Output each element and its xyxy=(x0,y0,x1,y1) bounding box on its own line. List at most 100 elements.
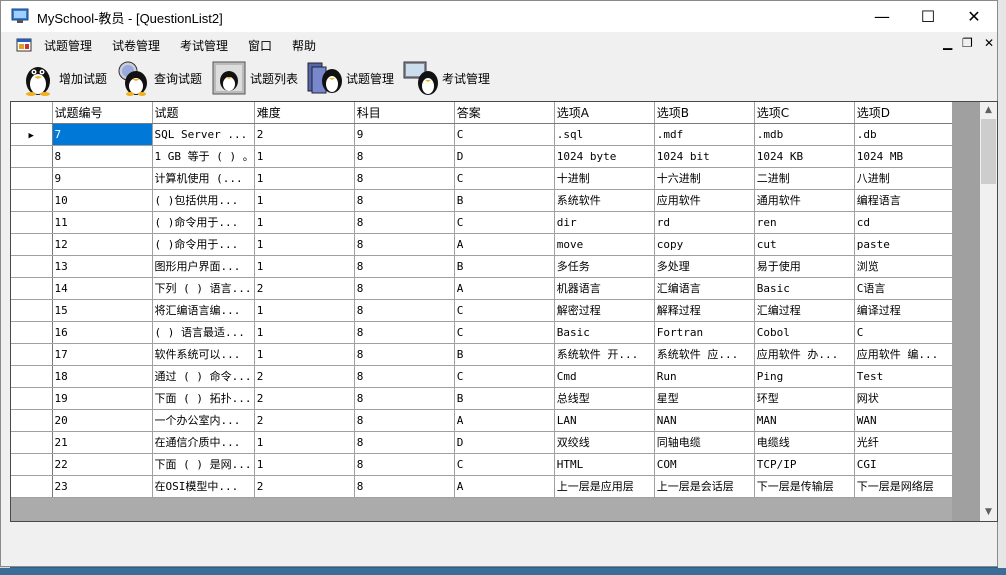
cell-option-b[interactable]: 汇编语言 xyxy=(654,277,755,300)
vertical-scrollbar[interactable]: ▲ ▼ xyxy=(980,102,997,521)
minimize-button[interactable]: — xyxy=(859,1,905,32)
table-row[interactable]: 12( )命令用于... 1 8 Amove copy cut paste xyxy=(11,233,955,256)
cell-option-c[interactable]: .mdb xyxy=(754,123,855,146)
cell-answer[interactable]: A xyxy=(454,233,555,256)
table-row[interactable]: 10( )包括供用... 1 8 B 系统软件 应用软件 通用软件 编程语言 xyxy=(11,189,955,212)
row-header[interactable] xyxy=(11,409,53,432)
cell-option-d[interactable]: cd xyxy=(854,211,955,234)
row-header[interactable] xyxy=(11,233,53,256)
cell-id[interactable]: 14 xyxy=(52,277,153,300)
cell-option-b[interactable]: 系统软件 应... xyxy=(654,343,755,366)
cell-subject[interactable]: 8 xyxy=(354,211,455,234)
cell-option-d[interactable]: 下一层是网络层 xyxy=(854,475,955,498)
menu-paper-management[interactable]: 试卷管理 xyxy=(112,37,160,54)
table-row[interactable]: ▶ 7 SQL Server ... 2 9 C .sql .mdf .mdb .db xyxy=(11,123,955,146)
menu-question-management[interactable]: 试题管理 xyxy=(44,37,92,54)
table-row[interactable]: 22 下面 ( ) 是网... 1 8 C HTML COM TCP/IP CGI xyxy=(11,453,955,476)
cell-difficulty[interactable]: 2 xyxy=(254,277,355,300)
table-row[interactable]: 14 下列 ( ) 语言... 2 8 A 机器语言 汇编语言 Basic C语言 xyxy=(11,277,955,300)
cell-option-c[interactable]: Ping xyxy=(754,365,855,388)
cell-subject[interactable]: 8 xyxy=(354,343,455,366)
cell-option-c[interactable]: 下一层是传输层 xyxy=(754,475,855,498)
cell-option-a[interactable]: Cmd xyxy=(554,365,655,388)
row-header[interactable] xyxy=(11,321,53,344)
cell-id[interactable]: 18 xyxy=(52,365,153,388)
cell-option-b[interactable]: 十六进制 xyxy=(654,167,755,190)
cell-subject[interactable]: 9 xyxy=(354,123,455,146)
cell-difficulty[interactable]: 1 xyxy=(254,233,355,256)
cell-id[interactable]: 10 xyxy=(52,189,153,212)
cell-id[interactable]: 23 xyxy=(52,475,153,498)
cell-option-b[interactable]: 上一层是会话层 xyxy=(654,475,755,498)
question-list-button[interactable]: 试题列表 xyxy=(210,58,298,98)
cell-question[interactable]: 下面 ( ) 拓扑... xyxy=(152,387,255,410)
row-header[interactable] xyxy=(11,365,53,388)
cell-subject[interactable]: 8 xyxy=(354,299,455,322)
cell-question[interactable]: 在通信介质中... xyxy=(152,431,255,454)
cell-option-a[interactable]: 系统软件 开... xyxy=(554,343,655,366)
cell-answer[interactable]: C xyxy=(454,365,555,388)
table-row[interactable]: 9 计算机使用 (... 1 8 C 十进制 十六进制 二进制 八进制 xyxy=(11,167,955,190)
table-row[interactable]: 19 下面 ( ) 拓扑... 2 8 B 总线型 星型 环型 网状 xyxy=(11,387,955,410)
table-row[interactable]: 15 将汇编语言编... 1 8 C 解密过程 解释过程 汇编过程 编译过程 xyxy=(11,299,955,322)
table-row[interactable]: 16 ( ) 语言最适... 1 8 C Basic Fortran Cobol C xyxy=(11,321,955,344)
cell-question[interactable]: 下面 ( ) 是网... xyxy=(152,453,255,476)
row-header[interactable] xyxy=(11,167,53,190)
cell-question[interactable]: 将汇编语言编... xyxy=(152,299,255,322)
row-header[interactable] xyxy=(11,255,53,278)
row-header[interactable] xyxy=(11,211,53,234)
table-row[interactable]: 21 在通信介质中... 1 8 D 双绞线 同轴电缆 电缆线 光纤 xyxy=(11,431,955,454)
cell-answer[interactable]: C xyxy=(454,321,555,344)
scroll-down-icon[interactable]: ▼ xyxy=(980,504,997,521)
cell-option-a[interactable]: .sql xyxy=(554,123,655,146)
cell-option-d[interactable]: 编程语言 xyxy=(854,189,955,212)
cell-id[interactable]: 17 xyxy=(52,343,153,366)
column-header-option-a[interactable]: 选项A xyxy=(554,102,655,124)
cell-answer[interactable]: C xyxy=(454,211,555,234)
column-header-option-b[interactable]: 选项B xyxy=(654,102,755,124)
cell-answer[interactable]: C xyxy=(454,123,555,146)
cell-id[interactable]: 20 xyxy=(52,409,153,432)
cell-option-c[interactable]: 应用软件 办... xyxy=(754,343,855,366)
cell-option-c[interactable]: MAN xyxy=(754,409,855,432)
cell-option-a[interactable]: 解密过程 xyxy=(554,299,655,322)
cell-option-b[interactable]: 星型 xyxy=(654,387,755,410)
cell-option-d[interactable]: 八进制 xyxy=(854,167,955,190)
cell-id[interactable]: 7 xyxy=(52,123,153,146)
menu-window[interactable]: 窗口 xyxy=(248,37,272,54)
cell-id[interactable]: 13 xyxy=(52,255,153,278)
cell-difficulty[interactable]: 1 xyxy=(254,145,355,168)
scroll-thumb[interactable] xyxy=(981,119,996,184)
cell-subject[interactable]: 8 xyxy=(354,233,455,256)
menu-exam-management[interactable]: 考试管理 xyxy=(180,37,228,54)
cell-answer[interactable]: A xyxy=(454,277,555,300)
cell-subject[interactable]: 8 xyxy=(354,365,455,388)
cell-option-d[interactable]: paste xyxy=(854,233,955,256)
cell-option-a[interactable]: 机器语言 xyxy=(554,277,655,300)
cell-id[interactable]: 16 xyxy=(52,321,153,344)
cell-id[interactable]: 19 xyxy=(52,387,153,410)
cell-difficulty[interactable]: 2 xyxy=(254,365,355,388)
mdi-minimize-icon[interactable]: ▁ xyxy=(943,36,952,50)
cell-option-a[interactable]: HTML xyxy=(554,453,655,476)
cell-option-c[interactable]: Basic xyxy=(754,277,855,300)
cell-question[interactable]: SQL Server ... xyxy=(152,123,255,146)
cell-answer[interactable]: C xyxy=(454,453,555,476)
cell-difficulty[interactable]: 1 xyxy=(254,167,355,190)
cell-option-a[interactable]: 总线型 xyxy=(554,387,655,410)
row-header[interactable] xyxy=(11,475,53,498)
table-row[interactable]: 18 通过 ( ) 命令... 2 8 C Cmd Run Ping Test xyxy=(11,365,955,388)
cell-answer[interactable]: B xyxy=(454,387,555,410)
cell-question[interactable]: 图形用户界面... xyxy=(152,255,255,278)
maximize-button[interactable]: ☐ xyxy=(905,1,951,32)
column-header-option-c[interactable]: 选项C xyxy=(754,102,855,124)
row-header[interactable] xyxy=(11,277,53,300)
cell-option-a[interactable]: 系统软件 xyxy=(554,189,655,212)
cell-option-a[interactable]: Basic xyxy=(554,321,655,344)
mdi-restore-icon[interactable]: ❐ xyxy=(962,36,973,50)
cell-option-a[interactable]: 十进制 xyxy=(554,167,655,190)
cell-option-d[interactable]: C语言 xyxy=(854,277,955,300)
cell-answer[interactable]: A xyxy=(454,409,555,432)
cell-option-a[interactable]: move xyxy=(554,233,655,256)
cell-id[interactable]: 21 xyxy=(52,431,153,454)
